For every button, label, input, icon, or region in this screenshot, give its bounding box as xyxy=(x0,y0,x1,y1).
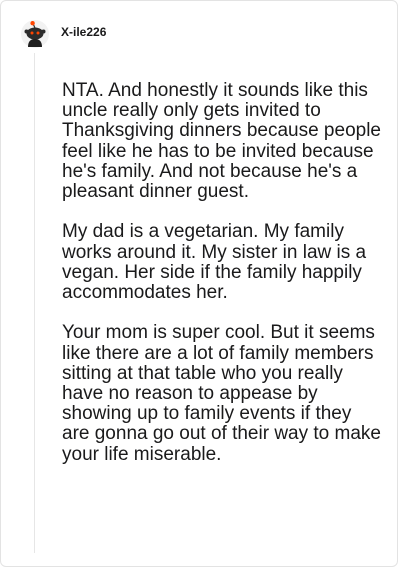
comment-header: X-ile226 xyxy=(21,19,106,49)
reddit-snoo-avatar-icon[interactable] xyxy=(21,20,49,48)
comment-paragraph: My dad is a vegetarian. My family works … xyxy=(62,221,367,304)
comment-card: X-ile226 NTA. And honestly it sounds lik… xyxy=(0,0,398,567)
comment-paragraph: Your mom is super cool. But it seems lik… xyxy=(62,322,381,465)
thread-line[interactable] xyxy=(34,53,35,553)
comment-author[interactable]: X-ile226 xyxy=(61,25,106,39)
comment-paragraph: NTA. And honestly it sounds like this un… xyxy=(62,80,381,203)
comment-body: NTA. And honestly it sounds like this un… xyxy=(62,80,382,465)
